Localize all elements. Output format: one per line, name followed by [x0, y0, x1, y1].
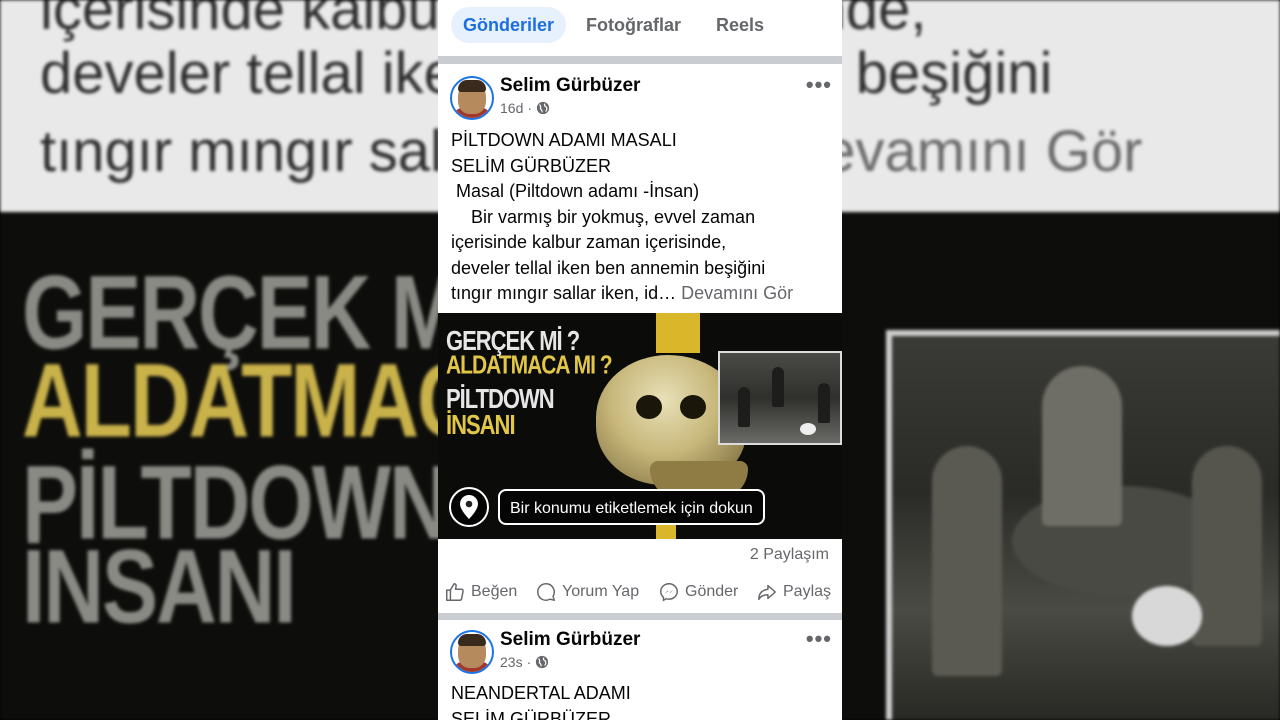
location-tag-button[interactable]	[449, 487, 489, 527]
image-headline: İNSANI	[446, 409, 516, 441]
tab-posts[interactable]: Gönderiler	[451, 7, 567, 43]
excavation-photo	[718, 351, 842, 445]
comment-button[interactable]: Yorum Yap	[535, 574, 639, 610]
thumbs-up-icon	[446, 583, 464, 601]
post-actions: Beğen Yorum Yap Gönder Paylaş	[438, 574, 842, 610]
tab-reels[interactable]: Reels	[704, 7, 776, 43]
post-options-button[interactable]: •••	[806, 72, 832, 98]
share-button[interactable]: Paylaş	[756, 574, 831, 610]
see-more-link[interactable]: Devamını Gör	[681, 283, 793, 303]
post-text: PİLTDOWN ADAMI MASALI SELİM GÜRBÜZER Masa…	[451, 130, 794, 303]
post-author[interactable]: Selim Gürbüzer	[500, 629, 640, 651]
background-photo	[886, 330, 1280, 720]
facebook-feed: Gönderiler Fotoğraflar Reels Selim Gürbü…	[438, 0, 842, 720]
avatar[interactable]	[450, 76, 494, 120]
messenger-icon	[660, 583, 678, 602]
send-button[interactable]: Gönder	[658, 574, 738, 610]
share-icon	[758, 584, 776, 601]
background-headline: İNSANI	[22, 527, 297, 645]
image-headline: ALDATMACA MI ?	[446, 351, 613, 380]
tab-photos[interactable]: Fotoğraflar	[574, 7, 693, 43]
location-tag-tooltip[interactable]: Bir konumu etiketlemek için dokun	[498, 489, 765, 525]
post-meta: 23s ·	[500, 654, 549, 670]
profile-tabs: Gönderiler Fotoğraflar Reels	[438, 0, 842, 56]
like-button[interactable]: Beğen	[444, 574, 517, 610]
post: Selim Gürbüzer 16d · ••• PİLTDOWN ADAMI …	[438, 64, 842, 614]
globe-icon	[536, 655, 549, 669]
post: Selim Gürbüzer 23s · ••• NEANDERTAL ADAM…	[438, 620, 842, 720]
share-count[interactable]: 2 Paylaşım	[750, 546, 829, 564]
post-time[interactable]: 23s	[500, 654, 523, 670]
post-image[interactable]: GERÇEK Mİ ? ALDATMACA MI ? PİLTDOWN İNSA…	[438, 313, 842, 539]
feed-divider	[438, 56, 842, 64]
comment-icon	[537, 583, 555, 601]
globe-icon	[536, 101, 550, 115]
post-time[interactable]: 16d	[500, 100, 523, 116]
post-meta: 16d ·	[500, 100, 550, 116]
post-author[interactable]: Selim Gürbüzer	[500, 75, 640, 97]
post-options-button[interactable]: •••	[806, 626, 832, 652]
post-text: NEANDERTAL ADAMI SELİM GÜRBÜZER	[451, 683, 631, 720]
avatar[interactable]	[450, 630, 494, 674]
feed-divider	[438, 613, 842, 620]
location-pin-icon	[460, 495, 478, 519]
